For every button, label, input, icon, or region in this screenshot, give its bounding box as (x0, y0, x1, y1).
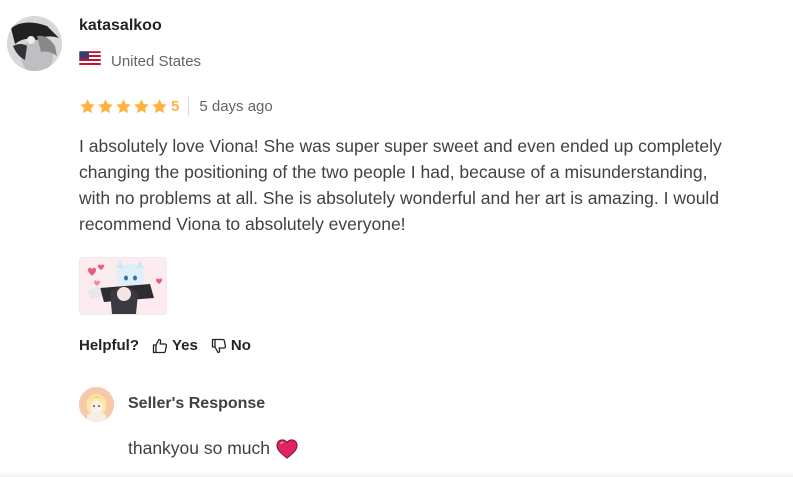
seller-response-title: Seller's Response (128, 395, 266, 412)
reviewer-avatar[interactable] (7, 16, 62, 71)
seller-response-text: thankyou so much (128, 438, 271, 458)
reviewer-country: United States (78, 50, 202, 72)
rating-row: 5 5 days ago (79, 96, 273, 116)
bottom-divider (0, 471, 793, 477)
helpful-label: Helpful? (79, 337, 139, 354)
helpful-row: Helpful? Yes No (79, 337, 251, 354)
country-name: United States (111, 53, 202, 70)
star-icon (98, 98, 113, 113)
thumbs-up-icon (152, 338, 168, 353)
rating-divider (188, 96, 190, 116)
review-time: 5 days ago (199, 97, 273, 115)
thumbs-down-icon (211, 338, 226, 353)
helpful-no-label: No (230, 337, 251, 354)
star-icon (80, 98, 95, 113)
helpful-yes-button[interactable]: Yes (152, 337, 198, 354)
us-flag-icon (78, 50, 102, 72)
helpful-no-button[interactable]: No (211, 337, 251, 354)
star-icon (152, 98, 167, 113)
review-body: I absolutely love Viona! She was super s… (79, 136, 722, 234)
helpful-yes-label: Yes (172, 337, 198, 354)
star-icon (116, 98, 131, 113)
star-icon (134, 98, 149, 113)
reviewer-username[interactable]: katasalkoo (79, 17, 162, 35)
review-image-thumbnail[interactable] (79, 257, 167, 315)
seller-response-body: thankyou so much (128, 438, 298, 459)
rating-value: 5 (171, 97, 180, 115)
heart-icon (276, 438, 298, 459)
seller-avatar[interactable] (79, 387, 114, 422)
star-rating (79, 98, 168, 115)
